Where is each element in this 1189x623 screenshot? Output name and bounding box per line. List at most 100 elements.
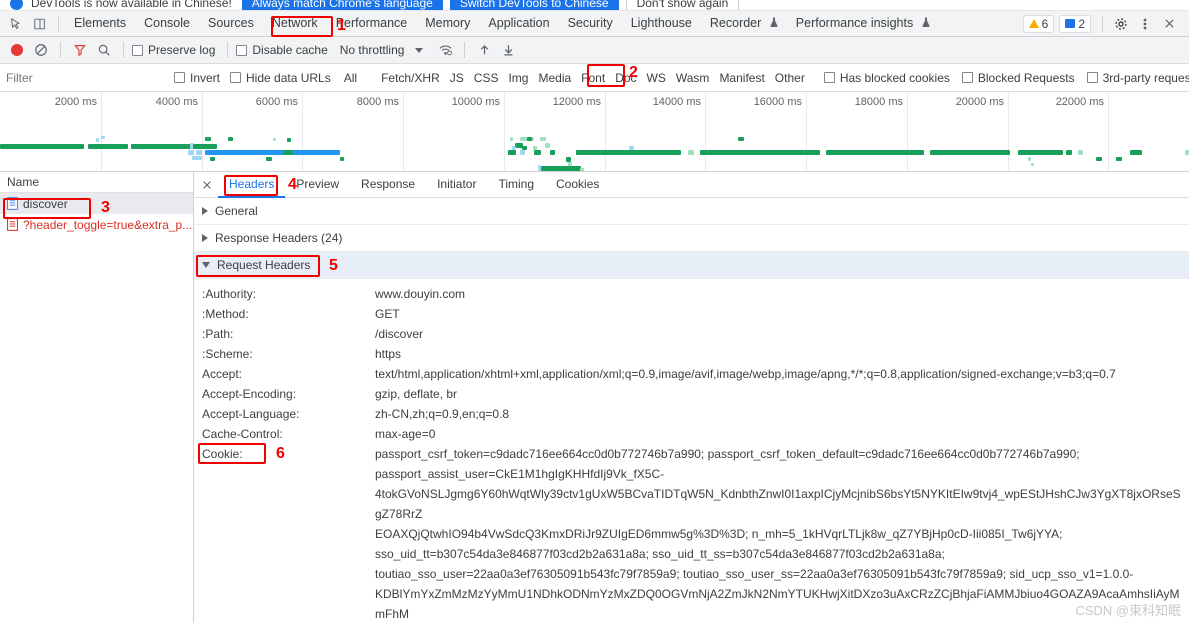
overview-request-bar: [826, 150, 924, 155]
filter-type-all[interactable]: All: [339, 70, 362, 86]
clear-icon[interactable]: [30, 39, 52, 61]
chinese-language-promo-banner: DevTools is now available in Chinese! Al…: [0, 0, 1189, 11]
tab-recorder[interactable]: Recorder: [701, 11, 787, 36]
overview-request-bar: [188, 150, 194, 155]
cookie-value-line: toutiao_sso_user=22aa0a3ef76305091b543fc…: [375, 567, 1134, 581]
overview-tick-label: 18000 ms: [854, 96, 903, 108]
export-har-icon[interactable]: [497, 39, 519, 61]
annotation-number-2: 2: [629, 64, 638, 81]
overview-request-bar: [210, 157, 215, 161]
dont-show-again-button[interactable]: Don't show again: [625, 0, 740, 10]
overview-request-bar: [508, 150, 516, 155]
throttling-select[interactable]: No throttling: [340, 43, 405, 57]
record-button[interactable]: [11, 44, 23, 56]
overview-gridlines: 2000 ms 4000 ms 6000 ms 8000 ms 10000 ms 1200…: [0, 92, 1189, 171]
network-conditions-icon[interactable]: [434, 39, 456, 61]
device-toolbar-icon[interactable]: [28, 13, 52, 35]
hide-data-urls-checkbox[interactable]: Hide data URLs: [230, 71, 331, 85]
network-main-area: Name discover ?header_toggle=true&extra_…: [0, 172, 1189, 623]
tabstrip-right-divider: [1102, 15, 1103, 32]
checkbox-box: [236, 44, 248, 56]
overview-gridline: [605, 92, 606, 171]
filter-type-wasm[interactable]: Wasm: [671, 70, 715, 86]
overview-request-bar: [1035, 150, 1039, 154]
invert-checkbox[interactable]: Invert: [174, 71, 220, 85]
cookie-value-line: sso_uid_tt=b307c54da3e846877f03cd2b2a631…: [375, 547, 945, 561]
tab-network[interactable]: Network: [263, 11, 327, 36]
overview-request-bar: [266, 157, 272, 161]
request-header-key-cookie: Cookie:: [202, 447, 243, 461]
network-overview-timeline[interactable]: 2000 ms 4000 ms 6000 ms 8000 ms 10000 ms 1200…: [0, 92, 1189, 172]
search-icon[interactable]: [93, 39, 115, 61]
preserve-log-checkbox[interactable]: Preserve log: [132, 43, 215, 57]
filter-type-manifest[interactable]: Manifest: [714, 70, 769, 86]
chevron-down-icon[interactable]: [415, 47, 424, 53]
messages-count-badge[interactable]: 2: [1059, 14, 1091, 33]
tab-lighthouse[interactable]: Lighthouse: [622, 11, 701, 36]
request-row-header-toggle[interactable]: ?header_toggle=true&extra_p...: [0, 214, 193, 235]
request-header-key: Accept:: [202, 367, 243, 381]
filter-type-js[interactable]: JS: [445, 70, 469, 86]
filter-type-css[interactable]: CSS: [469, 70, 504, 86]
switch-devtools-chinese-button[interactable]: Switch DevTools to Chinese: [449, 0, 619, 10]
request-row-discover[interactable]: discover: [0, 193, 193, 214]
checkbox-box: [174, 72, 185, 83]
network-toolbar: Preserve log Disable cache No throttling: [0, 37, 1189, 64]
overview-request-bar: [283, 150, 293, 155]
overview-tick-label: 4000 ms: [155, 96, 198, 108]
filter-type-fetch-xhr[interactable]: Fetch/XHR: [376, 70, 445, 86]
filter-type-ws[interactable]: WS: [642, 70, 671, 86]
third-party-requests-checkbox[interactable]: 3rd-party requests: [1086, 70, 1189, 85]
tab-security[interactable]: Security: [559, 11, 622, 36]
section-general[interactable]: General: [194, 198, 1189, 225]
request-header-key: :Authority:: [202, 287, 257, 301]
tab-elements[interactable]: Elements: [65, 11, 135, 36]
request-list-header-name[interactable]: Name: [0, 172, 193, 193]
filter-type-other[interactable]: Other: [770, 70, 810, 86]
filter-type-img[interactable]: Img: [503, 70, 533, 86]
warnings-count-badge[interactable]: 6: [1022, 14, 1055, 33]
tab-response[interactable]: Response: [350, 172, 426, 197]
request-detail-pane: Headers Preview Response Initiator Timin…: [194, 172, 1189, 623]
request-header-value: GET: [375, 307, 400, 321]
request-row-label: discover: [23, 196, 68, 211]
third-party-requests-label: 3rd-party requests: [1102, 70, 1189, 85]
overview-request-bar: [193, 144, 203, 149]
annotation-number-1: 1: [337, 17, 346, 34]
overview-tick-label: 10000 ms: [451, 96, 500, 108]
annotation-number-3: 3: [101, 199, 110, 216]
filter-type-font[interactable]: Font: [576, 70, 610, 86]
funnel-icon[interactable]: [69, 39, 91, 61]
import-har-icon[interactable]: [473, 39, 495, 61]
section-request-headers[interactable]: Request Headers: [194, 252, 1189, 279]
tab-initiator[interactable]: Initiator: [426, 172, 487, 197]
filter-type-media[interactable]: Media: [533, 70, 576, 86]
request-header-value: https: [375, 347, 402, 361]
tab-headers[interactable]: Headers: [218, 172, 286, 198]
tab-console[interactable]: Console: [135, 11, 199, 36]
tab-sources[interactable]: Sources: [199, 11, 263, 36]
always-match-language-button[interactable]: Always match Chrome's language: [241, 0, 443, 10]
section-response-headers[interactable]: Response Headers (24): [194, 225, 1189, 252]
tab-memory[interactable]: Memory: [416, 11, 479, 36]
cookie-value-line: passport_csrf_token=c9dadc716ee664cc0d0b…: [375, 447, 1080, 461]
tab-performance-insights[interactable]: Performance insights: [787, 11, 939, 36]
blocked-requests-checkbox[interactable]: Blocked Requests: [961, 71, 1075, 85]
document-icon: [7, 218, 18, 231]
inspect-icon[interactable]: [4, 13, 28, 35]
close-icon[interactable]: [1157, 13, 1181, 35]
tab-cookies[interactable]: Cookies: [545, 172, 610, 197]
close-icon[interactable]: [196, 174, 218, 196]
checkbox-box: [132, 44, 143, 56]
overview-tick-label: 2000 ms: [54, 96, 97, 108]
tab-timing[interactable]: Timing: [487, 172, 545, 197]
gear-icon[interactable]: [1109, 13, 1133, 35]
has-blocked-cookies-checkbox[interactable]: Has blocked cookies: [823, 71, 950, 85]
request-header-value-cookie: passport_csrf_token=c9dadc716ee664cc0d0b…: [375, 444, 1189, 623]
tab-application[interactable]: Application: [479, 11, 558, 36]
disable-cache-checkbox[interactable]: Disable cache: [236, 43, 328, 57]
filter-input[interactable]: [0, 63, 160, 92]
kebab-menu-icon[interactable]: [1133, 13, 1157, 35]
netbar-divider-2: [123, 42, 124, 58]
experiment-flask-icon: [770, 16, 778, 30]
